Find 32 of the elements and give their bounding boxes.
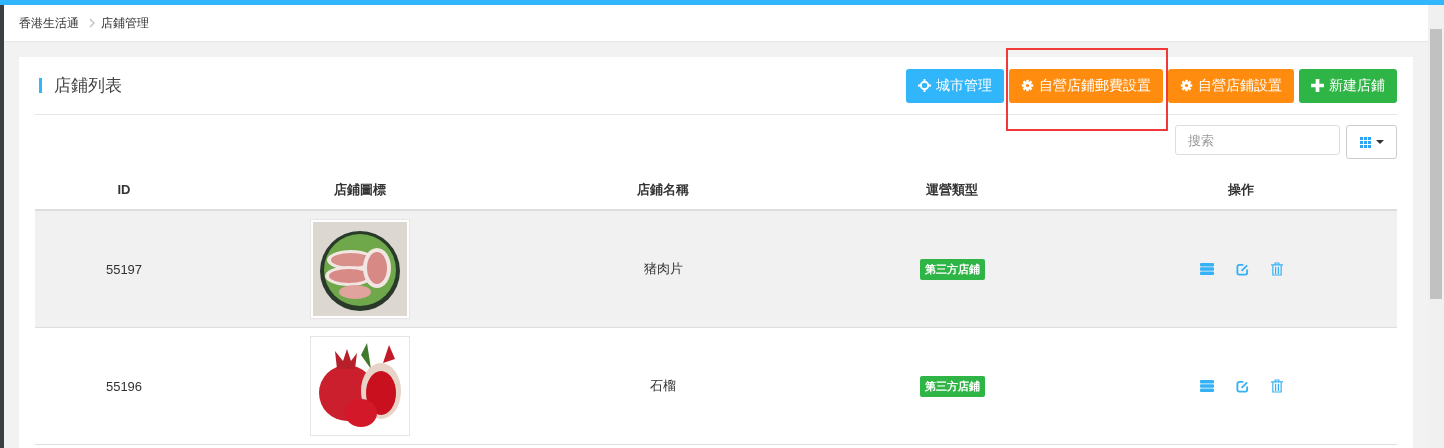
list-icon[interactable] xyxy=(1199,263,1214,275)
crosshair-icon xyxy=(918,79,931,92)
column-header: 運營類型 xyxy=(926,180,978,199)
chevron-icon xyxy=(89,18,95,28)
list-icon[interactable] xyxy=(1199,380,1214,392)
table-cell: 55196 xyxy=(105,378,143,394)
plus-icon xyxy=(1311,79,1324,92)
gear-icon xyxy=(1180,79,1193,92)
trash-icon[interactable] xyxy=(1270,379,1283,393)
type-tag: 第三方店鋪 xyxy=(919,375,985,397)
column-header: 店鋪名稱 xyxy=(637,180,689,199)
column-header: 操作 xyxy=(1228,180,1254,199)
column-header: 店鋪圖標 xyxy=(334,180,386,199)
search-field[interactable]: 搜索 xyxy=(1175,125,1340,155)
breadcrumb-link[interactable]: 香港生活通 xyxy=(19,14,79,32)
gear-icon xyxy=(1021,79,1034,92)
column-header: ID xyxy=(117,182,131,197)
table-row[interactable]: 55196 石榴 第三方店鋪 xyxy=(35,328,1397,445)
table-cell: 55197 xyxy=(105,261,143,277)
table-row[interactable]: 55197 猪肉片 第三方店鋪 xyxy=(35,211,1397,328)
columns-button[interactable] xyxy=(1346,125,1397,159)
trash-icon[interactable] xyxy=(1270,262,1283,276)
scrollbar[interactable] xyxy=(1428,5,1444,448)
edit-icon[interactable] xyxy=(1235,379,1249,393)
edit-icon[interactable] xyxy=(1235,262,1249,276)
table-cell: 猪肉片 xyxy=(643,260,683,278)
breadcrumb-link[interactable]: 店鋪管理 xyxy=(101,14,149,32)
panel-title: 店鋪列表 xyxy=(54,75,122,97)
table-cell: 石榴 xyxy=(650,377,676,395)
type-tag: 第三方店鋪 xyxy=(919,258,985,280)
grid-icon xyxy=(1359,136,1371,148)
caret-icon xyxy=(1375,140,1384,144)
